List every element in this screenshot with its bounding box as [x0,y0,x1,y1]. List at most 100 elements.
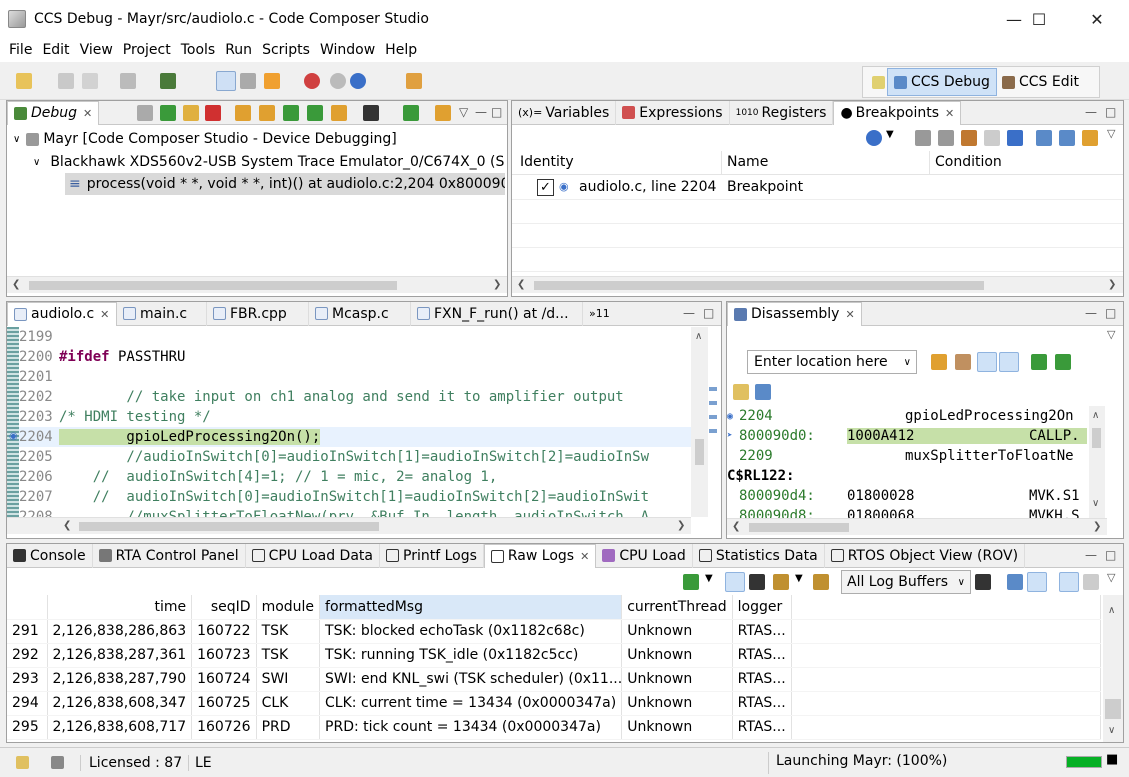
minimize-view-icon[interactable]: — [1085,105,1097,119]
chevron-down-icon[interactable]: ▼ [705,573,713,584]
refresh-icon[interactable] [1083,574,1099,590]
chevron-down-icon[interactable]: ∨ [904,357,911,368]
new-icon[interactable] [16,73,32,89]
minimize-view-icon[interactable]: — [1085,548,1097,562]
assembly-step-over-icon[interactable] [307,105,323,121]
remove-all-icon[interactable] [938,130,954,146]
run-config-icon[interactable] [350,73,366,89]
scroll-right-icon[interactable]: ❯ [493,279,501,290]
new-window-icon[interactable] [733,384,749,400]
breakpoint-row[interactable]: ✓ ◉ audiolo.c, line 2204 (p Breakpoint [512,176,1123,200]
location-input[interactable]: Enter location here ∨ [747,350,917,374]
column-module[interactable]: module [256,595,321,620]
maximize-button[interactable]: ☐ [1016,0,1062,38]
tab-main-c[interactable]: main.c [117,301,207,326]
chevron-down-icon[interactable]: ▼ [886,129,894,140]
expand-all-icon[interactable] [1036,130,1052,146]
scroll-left-icon[interactable]: ❮ [63,520,71,531]
vertical-scrollbar[interactable]: ∧ [691,327,708,517]
tree-item-frame[interactable]: ≡ process(void * *, void * *, int)() at … [65,173,505,195]
tab-overflow[interactable]: »11 [583,302,609,326]
breakpoint-marker-icon[interactable]: ◉ [9,431,18,442]
tab-mcasp-c[interactable]: Mcasp.c [309,301,411,326]
scroll-left-icon[interactable]: ❮ [732,521,740,532]
step-into-icon[interactable] [235,105,251,121]
fast-view-icon[interactable] [16,756,29,769]
minimize-view-icon[interactable]: — [1085,306,1097,320]
breakpoint-enabled-checkbox[interactable]: ✓ [537,179,554,196]
menu-run[interactable]: Run [220,42,257,58]
maximize-view-icon[interactable]: □ [1105,105,1116,119]
collapse-all-icon[interactable] [1059,130,1075,146]
save-all-icon[interactable] [82,73,98,89]
scroll-thumb[interactable] [534,281,984,290]
new-breakpoint-icon[interactable] [866,130,882,146]
scroll-left-icon[interactable]: ❮ [517,279,525,290]
close-icon[interactable]: ✕ [845,308,854,321]
table-row[interactable]: 295 2,126,838,608,717 160726 PRD PRD: tick c… [7,715,1102,740]
scroll-thumb[interactable] [79,522,379,531]
horizontal-scrollbar[interactable]: ❮ ❯ [727,518,1107,535]
tab-breakpoints[interactable]: ● Breakpoints ✕ [833,100,962,125]
code-text[interactable]: 2199 2200 #ifdef PASSTHRU 2201 2202 // ta… [19,327,691,517]
scroll-thumb[interactable] [1105,699,1121,719]
tab-statistics-data[interactable]: Statistics Data [693,543,825,568]
remove-terminated-icon[interactable] [137,105,153,121]
minimize-view-icon[interactable]: — [683,306,695,320]
horizontal-scrollbar[interactable]: ❮ ❯ [512,276,1123,293]
menu-project[interactable]: Project [118,42,176,58]
maximize-view-icon[interactable]: □ [1105,306,1116,320]
scroll-left-icon[interactable]: ❮ [12,279,20,290]
tab-fbr-cpp[interactable]: FBR.cpp [207,301,309,326]
column-formattedmsg[interactable]: formattedMsg [319,595,623,620]
filter-icon[interactable] [773,574,789,590]
breakpoint-icon[interactable] [304,73,320,89]
close-icon[interactable]: ✕ [580,550,589,563]
auto-scroll-icon[interactable] [1027,572,1047,592]
refresh-icon[interactable] [435,105,451,121]
scroll-right-icon[interactable]: ❯ [677,520,685,531]
scroll-down-icon[interactable]: ∨ [1108,725,1115,736]
horizontal-scrollbar[interactable]: ❮ ❯ [7,276,507,293]
menu-tools[interactable]: Tools [176,42,221,58]
stream-icon[interactable] [725,572,745,592]
column-time[interactable]: time [47,595,193,620]
skip-breakpoints-icon[interactable] [330,73,346,89]
debug-build-icon[interactable] [160,73,176,89]
minimize-view-icon[interactable]: — [475,105,487,119]
view-menu-icon[interactable]: ▽ [1107,571,1115,584]
tab-rtos-object-view[interactable]: RTOS Object View (ROV) [825,543,1026,568]
column-row-number[interactable] [7,595,48,620]
scroll-thumb[interactable] [695,439,704,465]
find-icon[interactable] [749,574,765,590]
scroll-right-icon[interactable]: ❯ [1093,521,1101,532]
scroll-thumb[interactable] [29,281,397,290]
group-icon[interactable] [813,574,829,590]
column-condition[interactable]: Condition [935,154,1002,170]
view-menu-icon[interactable]: ▽ [1107,328,1115,341]
close-icon[interactable]: ✕ [100,308,109,321]
close-icon[interactable]: ✕ [945,107,954,120]
tab-debug[interactable]: Debug ✕ [7,100,100,125]
menu-scripts[interactable]: Scripts [257,42,315,58]
column-logger[interactable]: logger [732,595,792,620]
chevron-down-icon[interactable]: ▼ [795,573,803,584]
step-into-icon[interactable] [1031,354,1047,370]
tab-disassembly[interactable]: Disassembly ✕ [727,301,862,326]
column-name[interactable]: Name [727,154,768,170]
menu-edit[interactable]: Edit [37,42,74,58]
resume-icon[interactable] [160,105,176,121]
scroll-thumb[interactable] [749,523,849,532]
menu-help[interactable]: Help [380,42,422,58]
scroll-up-icon[interactable]: ∧ [695,331,702,342]
go-to-pc-icon[interactable] [931,354,947,370]
close-icon[interactable]: ✕ [83,107,92,120]
view-menu-icon[interactable]: ▽ [459,105,468,119]
terminate-icon[interactable] [205,105,221,121]
step-over-icon[interactable] [259,105,275,121]
table-row[interactable]: 291 2,126,838,286,863 160722 TSK TSK: blocke… [7,619,1102,644]
view-menu-icon[interactable]: ▽ [1107,127,1115,140]
tab-variables[interactable]: (x)= Variables [512,100,617,125]
tab-printf-logs[interactable]: Printf Logs [380,543,484,568]
progress-view-icon[interactable]: ■ [1106,752,1118,767]
